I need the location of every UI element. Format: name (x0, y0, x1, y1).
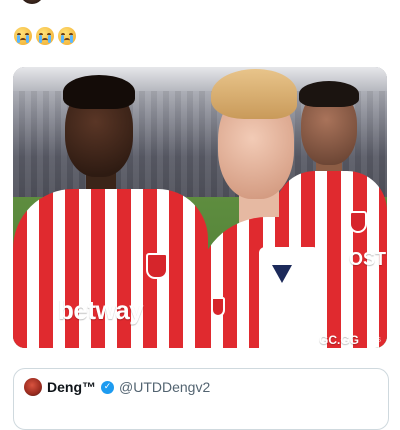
tweet-text (14, 27, 76, 45)
club-crest-icon (146, 253, 168, 279)
sponsor-text-betway: betway (58, 295, 144, 325)
sponsor-text-right: OST (349, 249, 387, 269)
kit-maker-panel (259, 247, 319, 348)
verified-badge-icon: ✓ (101, 380, 114, 394)
crying-face-emoji-icon (58, 27, 76, 45)
author-avatar[interactable] (20, 0, 44, 4)
quoted-author-avatar[interactable] (24, 378, 42, 396)
sponsor-text-bottom: GC.GG (319, 333, 360, 347)
quoted-tweet-header: Deng™ ✓ @UTDDengv2 (24, 378, 210, 396)
tweet-media-image[interactable]: betway OST GC.GG CBS (13, 67, 387, 348)
macron-logo-icon (272, 265, 292, 283)
club-crest-icon (211, 297, 225, 317)
club-crest-icon (349, 211, 367, 233)
crying-face-emoji-icon (14, 27, 32, 45)
quoted-tweet-card[interactable]: Deng™ ✓ @UTDDengv2 (13, 368, 389, 430)
quoted-author-handle[interactable]: @UTDDengv2 (119, 378, 210, 396)
crying-face-emoji-icon (36, 27, 54, 45)
watermark: CBS (366, 337, 381, 344)
quoted-author-name[interactable]: Deng™ (47, 378, 96, 396)
